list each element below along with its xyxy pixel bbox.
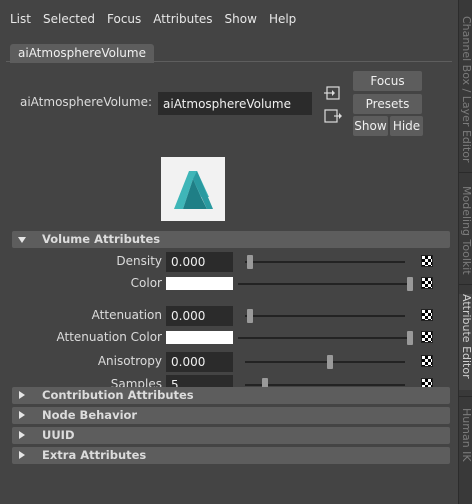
presets-button[interactable]: Presets	[353, 94, 422, 114]
attr-row-color: Color	[0, 273, 458, 295]
attr-row-attenuation-color: Attenuation Color	[0, 327, 458, 349]
checker-map-icon[interactable]	[421, 255, 433, 267]
section-title: Contribution Attributes	[42, 388, 194, 402]
menu-help[interactable]: Help	[263, 0, 302, 38]
expand-arrow-icon	[19, 411, 25, 419]
input-connection-icon[interactable]	[324, 85, 342, 101]
node-name-field[interactable]	[158, 92, 312, 115]
attribute-editor-panel: aiAtmosphereVolume aiAtmosphereVolume: F…	[0, 38, 458, 504]
expand-arrow-icon	[19, 391, 25, 399]
attenuation-color-swatch-field[interactable]	[166, 331, 233, 344]
output-connection-icon[interactable]	[324, 108, 342, 124]
section-node-behavior[interactable]: Node Behavior	[12, 407, 450, 424]
right-tab-strip: Channel Box / Layer Editor Modeling Tool…	[458, 0, 472, 504]
expand-arrow-icon	[19, 451, 25, 459]
menu-bar: List Selected Focus Attributes Show Help	[0, 0, 458, 38]
attr-label: Color	[130, 276, 162, 290]
menu-focus[interactable]: Focus	[101, 0, 147, 38]
hide-button[interactable]: Hide	[390, 116, 423, 136]
attr-label: Anisotropy	[97, 354, 162, 368]
anisotropy-slider-thumb[interactable]	[327, 355, 333, 369]
attr-row-attenuation: Attenuation 0.000	[0, 305, 458, 327]
section-title: Volume Attributes	[42, 232, 161, 246]
anisotropy-slider-track[interactable]	[245, 361, 405, 363]
attr-label: Attenuation Color	[56, 330, 163, 344]
tab-ai-atmosphere-volume[interactable]: aiAtmosphereVolume	[10, 44, 154, 63]
menu-show[interactable]: Show	[219, 0, 263, 38]
tab-divider	[459, 284, 472, 285]
checker-map-icon[interactable]	[421, 331, 433, 343]
section-volume-attributes[interactable]: Volume Attributes	[12, 231, 450, 248]
section-title: Extra Attributes	[42, 448, 147, 462]
checker-map-icon[interactable]	[421, 355, 433, 367]
attenuation-slider-track[interactable]	[245, 315, 405, 317]
density-slider-track[interactable]	[245, 261, 405, 263]
density-slider-thumb[interactable]	[247, 255, 253, 269]
collapse-arrow-icon	[18, 237, 26, 243]
anisotropy-field[interactable]: 0.000	[166, 352, 233, 372]
node-name-label: aiAtmosphereVolume:	[19, 95, 152, 109]
node-swatch	[161, 157, 225, 221]
color-slider-track[interactable]	[238, 283, 412, 285]
section-uuid[interactable]: UUID	[12, 427, 450, 444]
focus-button[interactable]: Focus	[353, 71, 422, 91]
attenuation-color-slider-thumb[interactable]	[407, 331, 413, 345]
section-extra-attributes[interactable]: Extra Attributes	[12, 447, 450, 464]
tab-divider	[459, 172, 472, 173]
attr-row-anisotropy: Anisotropy 0.000	[0, 351, 458, 373]
checker-map-icon[interactable]	[421, 277, 433, 289]
attr-label: Attenuation	[91, 308, 162, 322]
tab-divider	[459, 396, 472, 397]
section-title: UUID	[42, 428, 75, 442]
menu-attributes[interactable]: Attributes	[147, 0, 218, 38]
color-slider-thumb[interactable]	[407, 277, 413, 291]
arnold-logo-icon	[174, 171, 213, 209]
checker-map-icon[interactable]	[421, 309, 433, 321]
tab-human-ik[interactable]: Human IK	[459, 408, 472, 462]
tab-channel-box[interactable]: Channel Box / Layer Editor	[459, 16, 472, 163]
section-contribution-attributes[interactable]: Contribution Attributes	[12, 387, 450, 404]
samples-slider-track[interactable]	[245, 384, 405, 386]
menu-selected[interactable]: Selected	[37, 0, 101, 38]
density-field[interactable]: 0.000	[166, 252, 233, 272]
expand-arrow-icon	[19, 431, 25, 439]
attenuation-field[interactable]: 0.000	[166, 306, 233, 326]
tab-modeling-toolkit[interactable]: Modeling Toolkit	[459, 186, 472, 275]
section-title: Node Behavior	[42, 408, 138, 422]
attenuation-color-slider-track[interactable]	[238, 337, 412, 339]
attenuation-slider-thumb[interactable]	[247, 309, 253, 323]
node-tab-bar: aiAtmosphereVolume	[6, 44, 452, 63]
show-button[interactable]: Show	[353, 116, 388, 136]
attr-row-density: Density 0.000	[0, 251, 458, 273]
color-swatch-field[interactable]	[166, 277, 233, 290]
attr-label: Density	[116, 254, 162, 268]
menu-list[interactable]: List	[4, 0, 37, 38]
tab-attribute-editor[interactable]: Attribute Editor	[459, 294, 472, 390]
